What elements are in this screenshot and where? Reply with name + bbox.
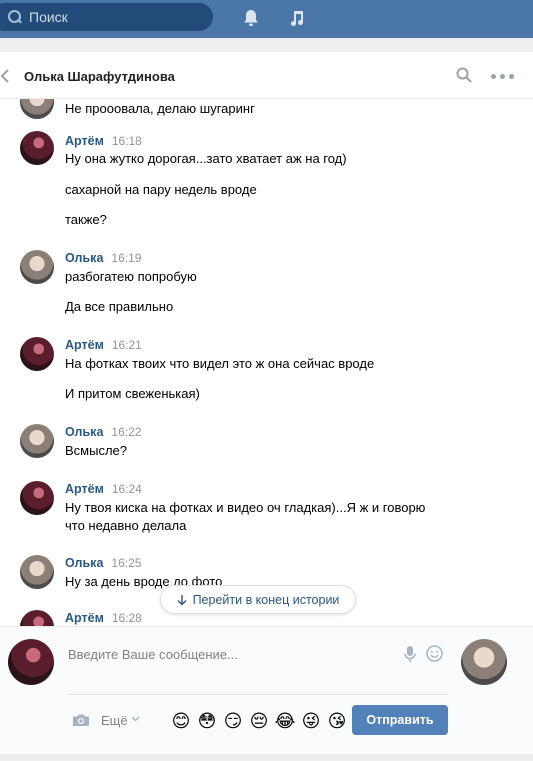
message-time[interactable]: 16:24	[112, 482, 142, 496]
page-bottom	[0, 754, 533, 761]
message-text: Да все правильно	[65, 299, 174, 314]
send-button[interactable]: Отправить	[352, 705, 448, 735]
dialog-header: Олька Шарафутдинова	[0, 52, 533, 99]
back-icon[interactable]	[0, 69, 12, 83]
emoji-button[interactable]: 😂	[274, 711, 296, 733]
message-text: Всмысле?	[65, 443, 127, 458]
avatar[interactable]	[20, 610, 54, 626]
jump-to-end-button[interactable]: Перейти в конец истории	[160, 585, 356, 614]
avatar[interactable]	[20, 99, 54, 119]
emoji-button[interactable]: 😏	[222, 711, 244, 733]
smile-icon[interactable]	[426, 645, 443, 662]
message-text: также?	[65, 212, 107, 227]
message-time[interactable]: 16:22	[111, 425, 141, 439]
music-icon[interactable]	[287, 7, 307, 29]
bell-icon[interactable]	[241, 7, 261, 29]
message-time[interactable]: 16:21	[112, 338, 142, 352]
avatar[interactable]	[8, 639, 54, 685]
divider	[68, 694, 448, 695]
message-author[interactable]: Артём 16:24	[65, 482, 142, 496]
emoji-button[interactable]: 😔	[248, 711, 270, 733]
emoji-shortcuts: 😊 😳 😏 😔 😂 😜 😘	[170, 711, 348, 733]
camera-icon[interactable]	[72, 713, 90, 727]
avatar[interactable]	[20, 250, 54, 284]
emoji-button[interactable]: 😘	[326, 711, 348, 733]
message-time[interactable]: 16:19	[111, 251, 141, 265]
chat-title[interactable]: Олька Шарафутдинова	[24, 69, 175, 84]
peer-avatar[interactable]	[461, 639, 507, 685]
search-icon	[8, 10, 22, 24]
message-author[interactable]: Артём 16:18	[65, 134, 142, 148]
message-text: На фотках твоих что видел это ж она сейч…	[65, 356, 375, 371]
message-author[interactable]: Артём 16:21	[65, 338, 142, 352]
message-text: И притом свеженькая)	[65, 386, 200, 401]
search-icon[interactable]	[456, 67, 472, 83]
message-author[interactable]: Артём 16:28	[65, 611, 142, 625]
top-navigation-bar	[0, 0, 533, 38]
attach-more-button[interactable]: Ещё	[101, 713, 128, 728]
emoji-button[interactable]: 😜	[300, 711, 322, 733]
search-input[interactable]	[29, 9, 189, 25]
message-author[interactable]: Олька 16:25	[65, 556, 141, 570]
message-author[interactable]: Олька 16:22	[65, 425, 141, 439]
emoji-button[interactable]: 😳	[196, 711, 218, 733]
avatar[interactable]	[20, 337, 54, 371]
message-time[interactable]: 16:25	[111, 556, 141, 570]
message-time[interactable]: 16:18	[112, 134, 142, 148]
chevron-down-icon[interactable]	[131, 714, 140, 723]
avatar[interactable]	[20, 555, 54, 589]
message-composer: Ещё 😊 😳 😏 😔 😂 😜 😘 Отправить	[0, 626, 533, 754]
message-text: разбогатею попробую	[65, 269, 197, 284]
message-author[interactable]: Олька 16:19	[65, 251, 141, 265]
message-history[interactable]: Не прооовала, делаю шугаринг Артём 16:18 …	[0, 99, 533, 626]
avatar[interactable]	[20, 131, 54, 165]
message-time[interactable]: 16:28	[112, 611, 142, 625]
avatar[interactable]	[20, 481, 54, 515]
jump-to-end-label: Перейти в конец истории	[192, 592, 340, 607]
arrow-down-icon	[177, 594, 187, 605]
avatar[interactable]	[20, 424, 54, 458]
message-text: Не прооовала, делаю шугаринг	[65, 101, 255, 116]
message-text: сахарной на пару недель вроде	[65, 182, 257, 197]
microphone-icon[interactable]	[404, 645, 416, 663]
message-text: Ну она жутко дорогая...зато хватает аж н…	[65, 151, 347, 166]
message-text: Ну твоя киска на фотках и видео оч гладк…	[65, 500, 426, 515]
global-search[interactable]	[0, 3, 213, 31]
message-input[interactable]	[68, 643, 398, 665]
message-text: что недавно делала	[65, 518, 187, 533]
more-icon[interactable]	[491, 74, 514, 79]
emoji-button[interactable]: 😊	[170, 711, 192, 733]
